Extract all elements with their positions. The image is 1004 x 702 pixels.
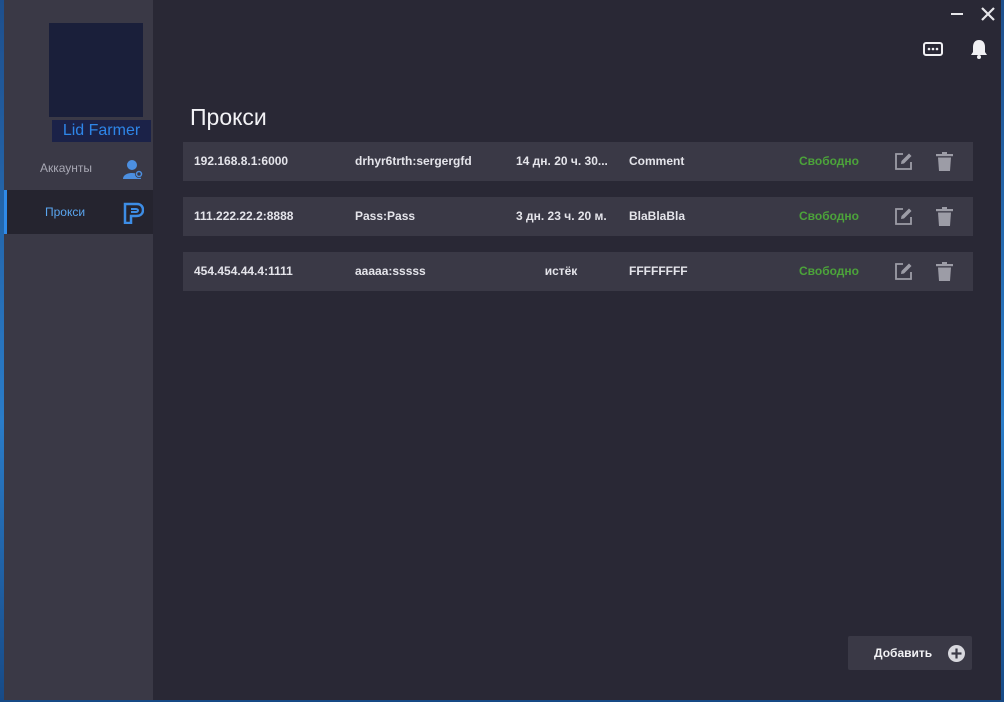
trash-icon[interactable] <box>936 262 953 281</box>
proxy-auth: aaaaa:sssss <box>355 264 426 278</box>
status-badge: Свободно <box>799 264 859 278</box>
sidebar-item-label: Аккаунты <box>40 161 93 175</box>
proxy-comment: Comment <box>629 154 685 168</box>
proxy-address: 454.454.44.4:1111 <box>194 264 293 278</box>
proxy-time-left: 14 дн. 20 ч. 30... <box>516 154 608 168</box>
edit-icon[interactable] <box>894 152 913 171</box>
trash-icon[interactable] <box>936 152 953 171</box>
sidebar-item-label: Прокси <box>45 205 86 219</box>
trash-icon[interactable] <box>936 207 953 226</box>
page-title: Прокси <box>190 104 267 130</box>
sidebar-item-proxies[interactable]: Прокси <box>4 190 153 234</box>
table-row: 454.454.44.4:1111 aaaaa:sssss истёк FFFF… <box>183 252 973 291</box>
proxy-time-left: 3 дн. 23 ч. 20 м. <box>516 209 607 223</box>
proxy-logo-icon <box>123 202 144 224</box>
add-button-label: Добавить <box>874 646 933 660</box>
logo-label: Lid Farmer <box>52 120 151 142</box>
table-row: 111.222.22.2:8888 Pass:Pass 3 дн. 23 ч. … <box>183 197 973 236</box>
edit-icon[interactable] <box>894 207 913 226</box>
status-badge: Свободно <box>799 154 859 168</box>
add-proxy-button[interactable]: Добавить <box>848 636 972 670</box>
sidebar-item-accounts[interactable]: Аккаунты <box>4 146 153 190</box>
close-icon[interactable] <box>978 4 998 24</box>
proxy-time-left: истёк <box>544 264 578 278</box>
proxy-auth: drhyr6trth:sergergfd <box>355 154 472 168</box>
status-badge: Свободно <box>799 209 859 223</box>
proxy-comment: FFFFFFFF <box>629 264 688 278</box>
app-window: Lid Farmer Аккаунты Прокси Прокси 192.16… <box>4 0 1001 700</box>
chat-icon[interactable] <box>922 38 944 60</box>
proxy-address: 111.222.22.2:8888 <box>194 209 294 223</box>
logo-image <box>49 23 143 117</box>
proxy-address: 192.168.8.1:6000 <box>194 154 289 168</box>
user-icon <box>123 160 143 179</box>
proxy-comment: BlaBlaBla <box>629 209 686 223</box>
edit-icon[interactable] <box>894 262 913 281</box>
plus-circle-icon <box>948 645 965 662</box>
table-row: 192.168.8.1:6000 drhyr6trth:sergergfd 14… <box>183 142 973 181</box>
bell-icon[interactable] <box>968 38 990 60</box>
proxy-auth: Pass:Pass <box>355 209 416 223</box>
minimize-icon[interactable] <box>948 4 968 24</box>
sidebar: Lid Farmer Аккаунты Прокси <box>4 0 153 700</box>
